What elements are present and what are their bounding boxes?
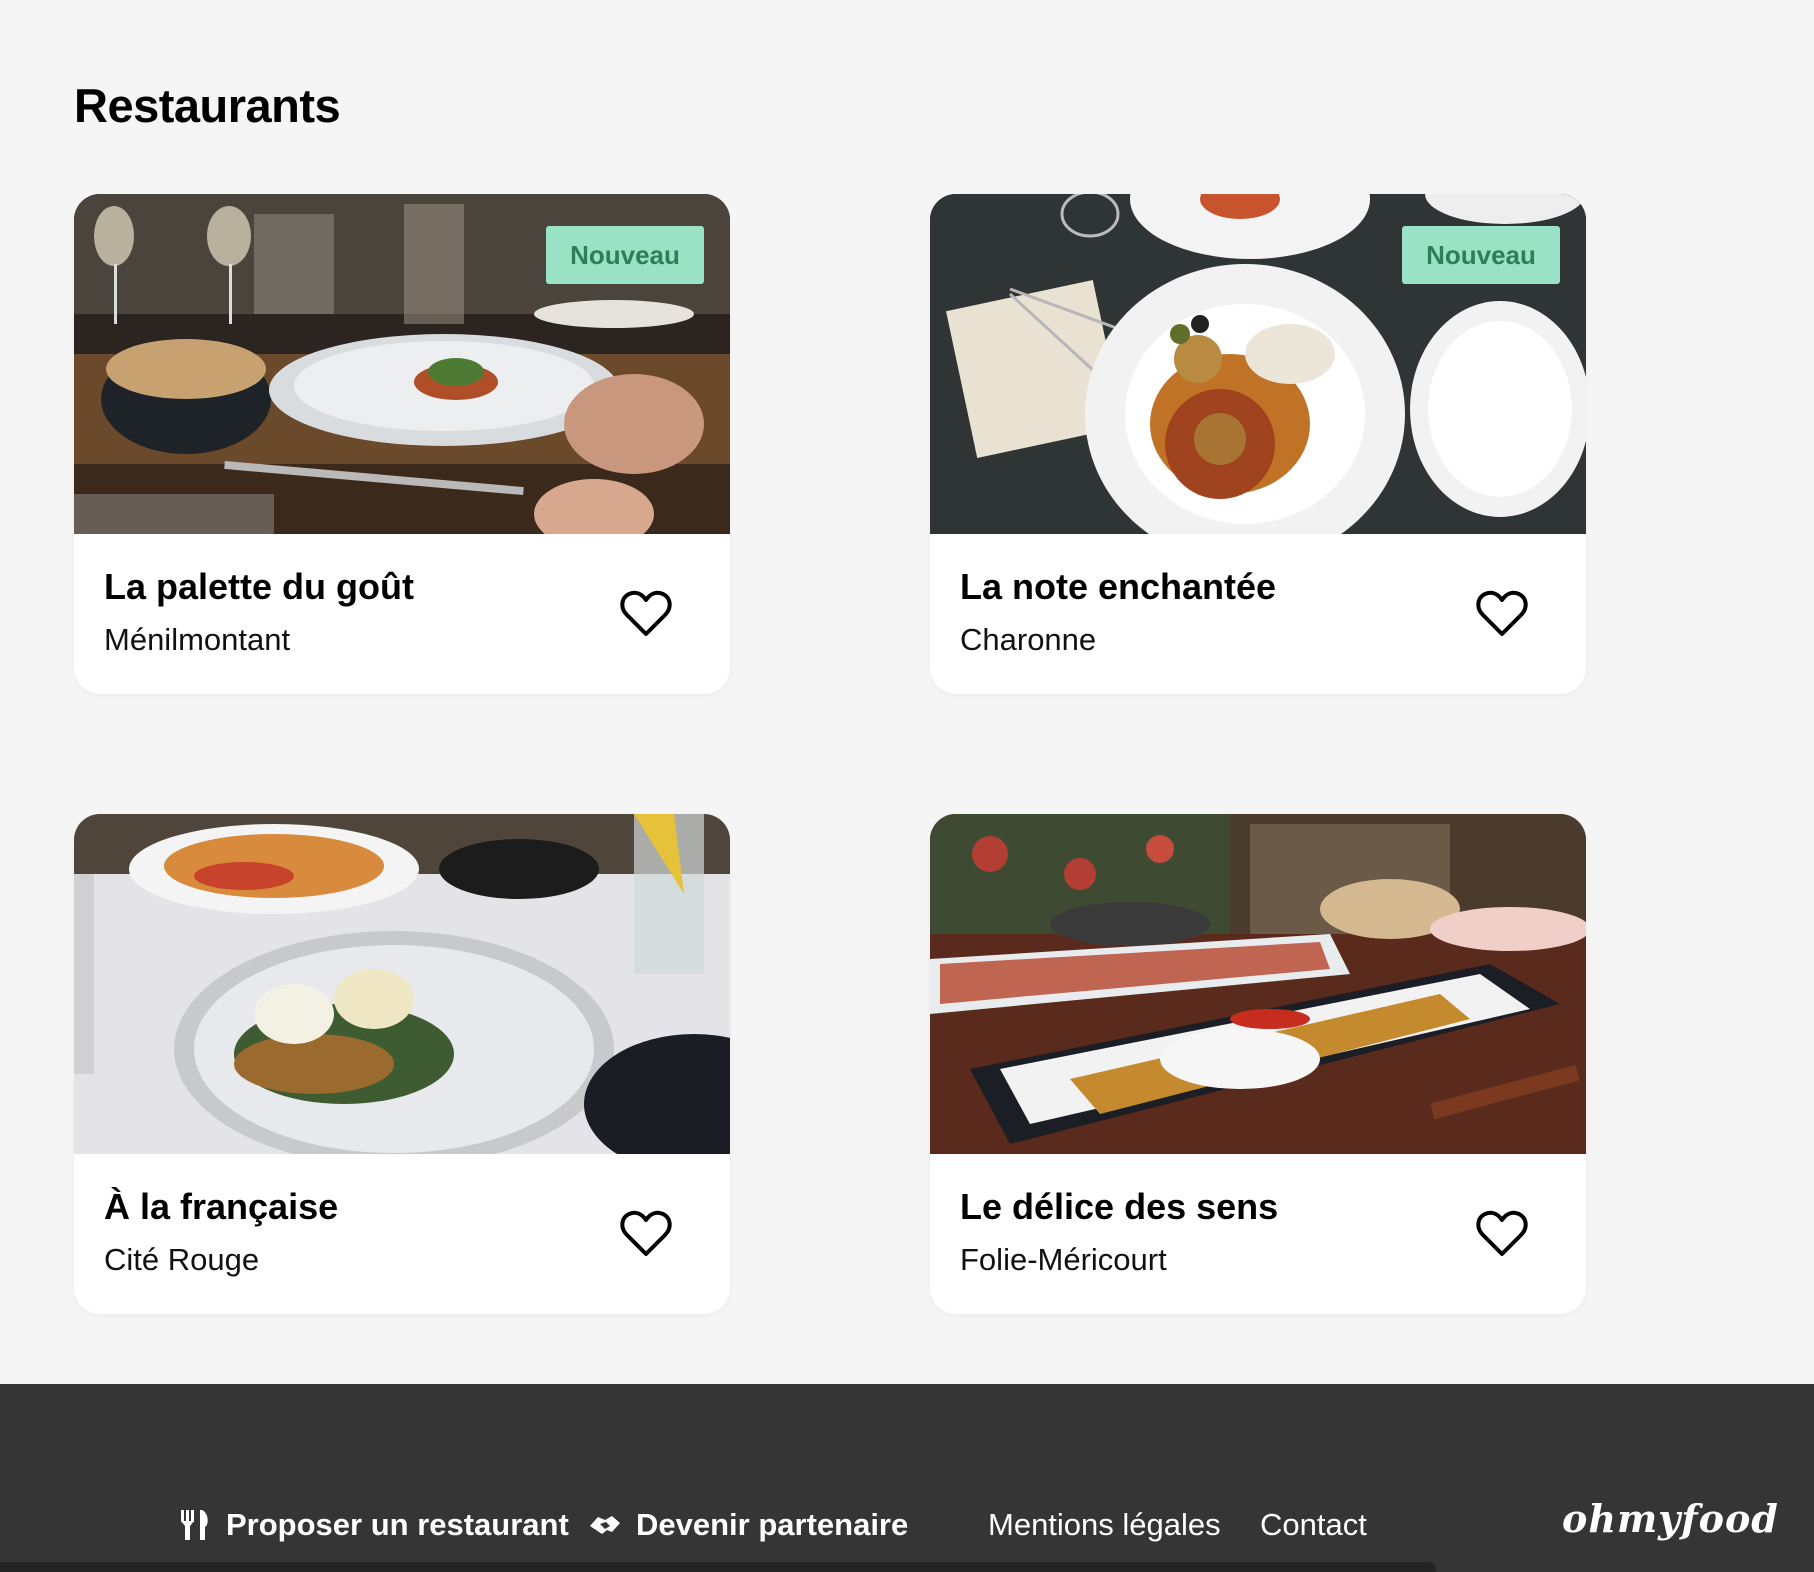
restaurant-card[interactable]: Nouveau La note enchantée Charonne bbox=[930, 194, 1586, 694]
heart-icon[interactable] bbox=[1476, 590, 1528, 638]
restaurant-name: À la française bbox=[104, 1186, 339, 1227]
horizontal-scrollbar[interactable] bbox=[0, 1562, 1436, 1572]
restaurant-location: Cité Rouge bbox=[104, 1242, 260, 1277]
heart-icon[interactable] bbox=[620, 1210, 672, 1258]
page-title: Restaurants bbox=[74, 79, 341, 132]
restaurant-card[interactable]: Le délice des sens Folie-Méricourt bbox=[930, 814, 1586, 1314]
restaurant-name: La palette du goût bbox=[104, 566, 414, 607]
card-body: La palette du goût Ménilmontant bbox=[74, 534, 730, 694]
restaurant-card[interactable]: Nouveau La palette du goût Ménilmontant bbox=[74, 194, 730, 694]
become-partner-label: Devenir partenaire bbox=[636, 1507, 909, 1542]
new-badge: Nouveau bbox=[546, 226, 704, 284]
ohmyfood-logo[interactable]: ohmyfood bbox=[1562, 1496, 1779, 1541]
footer: Proposer un restaurant Devenir partenair… bbox=[0, 1384, 1814, 1572]
new-badge: Nouveau bbox=[1402, 226, 1560, 284]
propose-restaurant-link[interactable]: Proposer un restaurant bbox=[178, 1507, 569, 1543]
restaurant-photo bbox=[930, 814, 1586, 1154]
restaurants-page: Restaurants Nouveau La palette du goût M… bbox=[0, 0, 1814, 1572]
restaurant-location: Ménilmontant bbox=[104, 622, 291, 657]
legal-notice-link[interactable]: Mentions légales bbox=[988, 1507, 1221, 1543]
restaurant-photo bbox=[74, 814, 730, 1154]
restaurant-photo: Nouveau bbox=[930, 194, 1586, 534]
become-partner-link[interactable]: Devenir partenaire bbox=[588, 1507, 908, 1543]
restaurant-name: La note enchantée bbox=[960, 566, 1277, 607]
contact-link[interactable]: Contact bbox=[1260, 1507, 1367, 1543]
propose-restaurant-label: Proposer un restaurant bbox=[226, 1507, 569, 1542]
handshake-icon bbox=[590, 1516, 620, 1534]
restaurant-photo: Nouveau bbox=[74, 194, 730, 534]
fork-knife-icon bbox=[181, 1510, 208, 1540]
restaurant-location: Charonne bbox=[960, 622, 1097, 657]
card-body: À la française Cité Rouge bbox=[74, 1154, 730, 1314]
heart-icon[interactable] bbox=[620, 590, 672, 638]
heart-icon[interactable] bbox=[1476, 1210, 1528, 1258]
card-body: La note enchantée Charonne bbox=[930, 534, 1586, 694]
card-body: Le délice des sens Folie-Méricourt bbox=[930, 1154, 1586, 1314]
restaurant-name: Le délice des sens bbox=[960, 1186, 1279, 1227]
restaurant-card[interactable]: À la française Cité Rouge bbox=[74, 814, 730, 1314]
restaurant-location: Folie-Méricourt bbox=[960, 1242, 1167, 1277]
